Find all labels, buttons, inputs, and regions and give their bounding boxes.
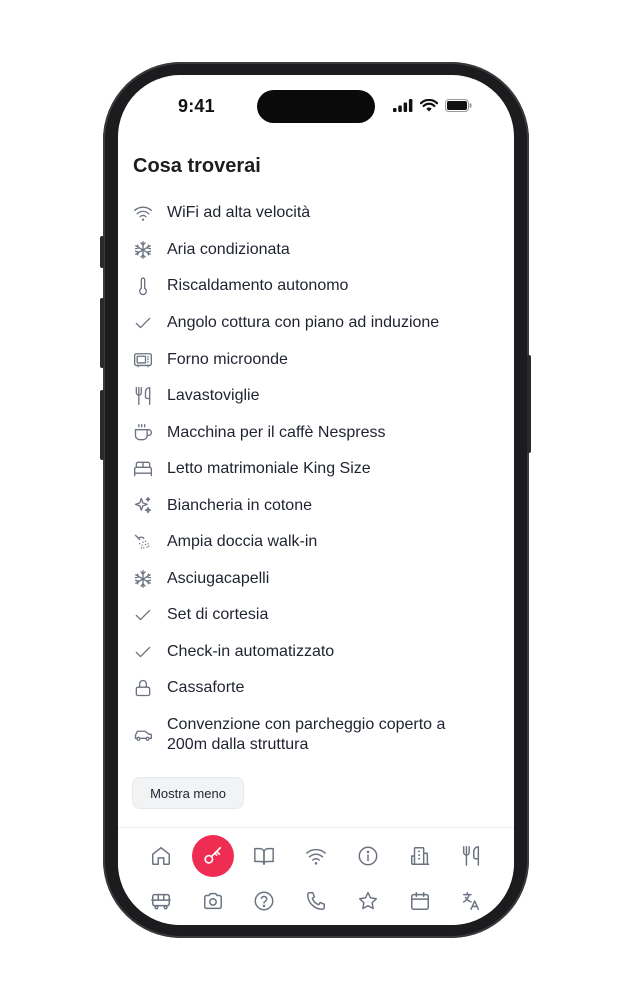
nav-info-button[interactable] [353,841,383,871]
amenity-label: Forno microonde [167,351,288,368]
bus-icon [150,890,172,912]
show-less-button[interactable]: Mostra meno [132,777,244,809]
car-icon [133,725,153,745]
nav-key-button[interactable] [192,835,234,877]
amenity-item: Check-in automatizzato [133,642,334,662]
amenity-label: Macchina per il caffè Nespress [167,424,386,441]
amenity-label: Lavastoviglie [167,387,260,404]
amenity-item: Forno microonde [133,350,288,370]
book-open-icon [253,845,275,867]
nav-building-button[interactable] [405,841,435,871]
nav-home-button[interactable] [146,841,176,871]
nav-restaurant-button[interactable] [456,841,486,871]
nav-reviews-button[interactable] [353,886,383,916]
nav-guide-button[interactable] [249,841,279,871]
amenity-label: Asciugacapelli [167,570,270,587]
amenity-label: Set di cortesia [167,606,269,623]
status-time: 9:41 [178,96,215,116]
translate-icon [460,890,482,912]
wifi-icon [133,203,153,223]
action-button [100,236,104,268]
nav-wifi-button[interactable] [301,841,331,871]
calendar-icon [409,890,431,912]
wifi-status-icon [420,99,438,112]
amenity-item: Lavastoviglie [133,386,260,406]
amenity-item: Letto matrimoniale King Size [133,459,371,479]
amenity-item: Angolo cottura con piano ad induzione [133,313,439,333]
lock-icon [133,678,153,698]
amenity-item: Macchina per il caffè Nespress [133,423,385,443]
info-icon [357,845,379,867]
coffee-cup-icon [133,423,153,443]
amenity-label: WiFi ad alta velocità [167,204,311,221]
shower-icon [133,532,153,552]
amenity-label: Check-in automatizzato [167,643,335,660]
amenity-item: Cassaforte [133,678,244,698]
amenity-label: Ampia doccia walk-in [167,533,318,550]
nav-calendar-button[interactable] [405,886,435,916]
phone-icon [305,890,327,912]
nav-transport-button[interactable] [146,886,176,916]
key-icon [202,845,224,867]
bottom-nav [118,827,514,925]
nav-phone-button[interactable] [301,886,331,916]
nav-help-button[interactable] [249,886,279,916]
dynamic-island [257,90,375,123]
amenity-item: Set di cortesia [133,605,268,625]
amenity-item: Riscaldamento autonomo [133,276,348,296]
utensils-icon [460,845,482,867]
amenity-item: Ampia doccia walk-in [133,532,317,552]
phone-screen: 9:41 Cosa troverai WiFi ad alta velocità… [118,75,514,925]
amenity-item: Asciugacapelli [133,569,269,589]
amenity-label: Convenzione con parcheggio coperto a 200… [167,716,446,753]
microwave-icon [133,350,153,370]
utensils-icon [133,386,153,406]
nav-camera-button[interactable] [198,886,228,916]
volume-up-button [100,298,104,368]
snowflake-icon [133,240,153,260]
check-icon [133,313,153,333]
amenity-label: Cassaforte [167,679,245,696]
amenity-label: Riscaldamento autonomo [167,277,349,294]
nav-language-button[interactable] [456,886,486,916]
battery-icon [445,99,472,112]
amenity-item: Aria condizionata [133,240,290,260]
amenity-label: Aria condizionata [167,241,290,258]
home-icon [150,845,172,867]
thermometer-icon [133,276,153,296]
bed-icon [133,459,153,479]
power-button [527,355,531,453]
amenity-label: Angolo cottura con piano ad induzione [167,314,440,331]
amenity-label: Letto matrimoniale King Size [167,460,371,477]
volume-down-button [100,390,104,460]
help-circle-icon [253,890,275,912]
amenity-label: Biancheria in cotone [167,497,312,514]
sparkles-icon [133,496,153,516]
check-icon [133,642,153,662]
wifi-icon [305,845,327,867]
snowflake-icon [133,569,153,589]
star-icon [357,890,379,912]
status-icons [393,99,472,112]
check-icon [133,605,153,625]
amenity-item: WiFi ad alta velocità [133,203,310,223]
building-icon [409,845,431,867]
amenity-item: Biancheria in cotone [133,496,312,516]
amenity-item: Convenzione con parcheggio coperto a 200… [133,715,473,755]
camera-icon [202,890,224,912]
signal-icon [393,99,413,112]
section-title: Cosa troverai [133,155,261,177]
